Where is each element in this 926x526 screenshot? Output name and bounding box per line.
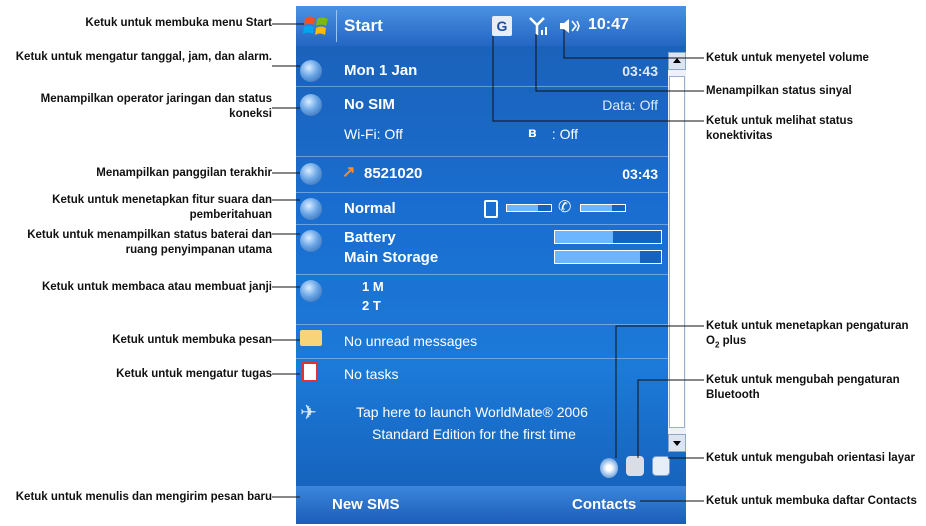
date-row[interactable]: Mon 1 Jan 03:43: [296, 56, 668, 86]
battery-row[interactable]: Battery Main Storage: [296, 226, 668, 272]
operator-text: No SIM: [344, 96, 395, 113]
operator-row[interactable]: No SIM Data: Off Wi-Fi: Off ʙ : Off: [296, 88, 668, 150]
tasks-text: No tasks: [344, 366, 399, 382]
appointment-1: 1 M: [362, 279, 384, 294]
calendar-row[interactable]: 1 M 2 T: [296, 276, 668, 322]
worldmate-line1: Tap here to launch WorldMate® 2006: [356, 404, 588, 420]
callout-contacts: Ketuk untuk membuka daftar Contacts: [706, 495, 917, 507]
windows-start-icon[interactable]: [302, 12, 330, 40]
callout-battery: Ketuk untuk menampilkan status baterai d…: [27, 229, 272, 256]
calendar-icon: [300, 280, 322, 302]
contacts-softkey[interactable]: Contacts: [572, 496, 636, 513]
callout-o2-tail: plus: [719, 335, 747, 347]
tasks-icon: [302, 362, 318, 382]
scrollbar[interactable]: [668, 52, 686, 452]
bluetooth-small-icon: ʙ: [528, 124, 537, 140]
profile-text: Normal: [344, 200, 396, 217]
storage-fill: [555, 251, 640, 263]
divider: [296, 156, 668, 157]
callout-orientation: Ketuk untuk mengubah orientasi layar: [706, 452, 915, 464]
callout-start-menu: Ketuk untuk membuka menu Start: [85, 17, 272, 29]
last-call-row[interactable]: ↗ 8521020 03:43: [296, 158, 668, 190]
ringer-volume-fill: [507, 205, 538, 211]
divider: [296, 86, 668, 87]
worldmate-row[interactable]: ✈ Tap here to launch WorldMate® 2006 Sta…: [296, 396, 668, 456]
call-arrow-icon: ↗: [342, 164, 356, 181]
volume-icon[interactable]: [558, 16, 582, 36]
data-status: Data: Off: [602, 97, 658, 113]
messages-text: No unread messages: [344, 333, 478, 349]
divider: [296, 274, 668, 275]
callout-operator: Menampilkan operator jaringan dan status…: [40, 93, 272, 120]
phone-ringer-icon: [484, 200, 498, 218]
envelope-icon: [300, 330, 322, 346]
callout-new-sms: Ketuk untuk menulis dan mengirim pesan b…: [15, 491, 272, 503]
clock[interactable]: 10:47: [588, 16, 629, 34]
scroll-thumb[interactable]: [669, 76, 685, 428]
softkey-bar: New SMS Contacts: [296, 486, 686, 524]
battery-icon: [300, 230, 322, 252]
callout-last-call: Menampilkan panggilan terakhir: [96, 167, 272, 179]
phone-icon: [300, 163, 322, 185]
scroll-down-arrow-icon[interactable]: [668, 434, 686, 452]
divider: [296, 224, 668, 225]
callout-signal: Menampilkan status sinyal: [706, 85, 852, 97]
ringer-volume-bar: [506, 204, 552, 212]
wifi-status: Wi-Fi: Off: [344, 126, 403, 142]
profile-row[interactable]: Normal ✆: [296, 194, 668, 224]
storage-label: Main Storage: [344, 249, 439, 266]
messages-row[interactable]: No unread messages: [296, 326, 668, 356]
divider: [296, 324, 668, 325]
start-label[interactable]: Start: [344, 16, 383, 36]
phone-volume-bar: [580, 204, 626, 212]
bluetooth-status: : Off: [551, 126, 578, 142]
callout-appointments: Ketuk untuk membaca atau membuat janji: [41, 281, 272, 293]
last-call-number: 8521020: [364, 165, 423, 182]
callout-sound: Ketuk untuk menetapkan fitur suara dan p…: [52, 194, 272, 221]
battery-bar: [554, 230, 662, 244]
appointment-2: 2 T: [362, 298, 381, 313]
divider: [296, 192, 668, 193]
airplane-icon: ✈: [300, 402, 317, 424]
callout-connectivity: Ketuk untuk melihat status konektivitas: [706, 115, 853, 142]
alarm-time: 03:43: [622, 63, 658, 79]
title-separator: [336, 10, 337, 42]
phone-volume-fill: [581, 205, 612, 211]
callout-bluetooth: Ketuk untuk mengubah pengaturan Bluetoot…: [706, 374, 900, 401]
signal-icon[interactable]: [528, 15, 550, 37]
battery-fill: [555, 231, 614, 243]
title-bar: Start G 10:47: [296, 6, 686, 46]
new-sms-softkey[interactable]: New SMS: [332, 496, 400, 513]
callout-date-alarm: Ketuk untuk mengatur tanggal, jam, dan a…: [15, 51, 272, 63]
handset-icon: ✆: [558, 199, 572, 216]
divider: [296, 358, 668, 359]
worldmate-line2: Standard Edition for the first time: [372, 426, 576, 442]
callout-messages: Ketuk untuk membuka pesan: [112, 334, 272, 346]
date-text: Mon 1 Jan: [344, 62, 418, 79]
scroll-up-arrow-icon[interactable]: [668, 52, 686, 70]
bluetooth-tray-icon[interactable]: [626, 456, 644, 476]
clock-globe-icon: [300, 60, 322, 82]
callout-tasks: Ketuk untuk mengatur tugas: [116, 368, 272, 380]
battery-label: Battery: [344, 229, 396, 246]
callout-volume: Ketuk untuk menyetel volume: [706, 52, 869, 64]
tasks-row[interactable]: No tasks: [296, 360, 668, 390]
today-screen: Start G 10:47 Mon 1 Jan 03:43 No SIM Dat…: [296, 6, 686, 524]
storage-bar: [554, 250, 662, 264]
last-call-time: 03:43: [622, 166, 658, 182]
o2-plus-icon[interactable]: [600, 458, 618, 478]
callout-o2-plus: Ketuk untuk menetapkan pengaturan O2 plu…: [706, 319, 921, 352]
rotate-screen-icon[interactable]: [652, 456, 670, 476]
network-icon: [300, 94, 322, 116]
connectivity-g-icon[interactable]: G: [492, 16, 512, 36]
sound-icon: [300, 198, 322, 220]
